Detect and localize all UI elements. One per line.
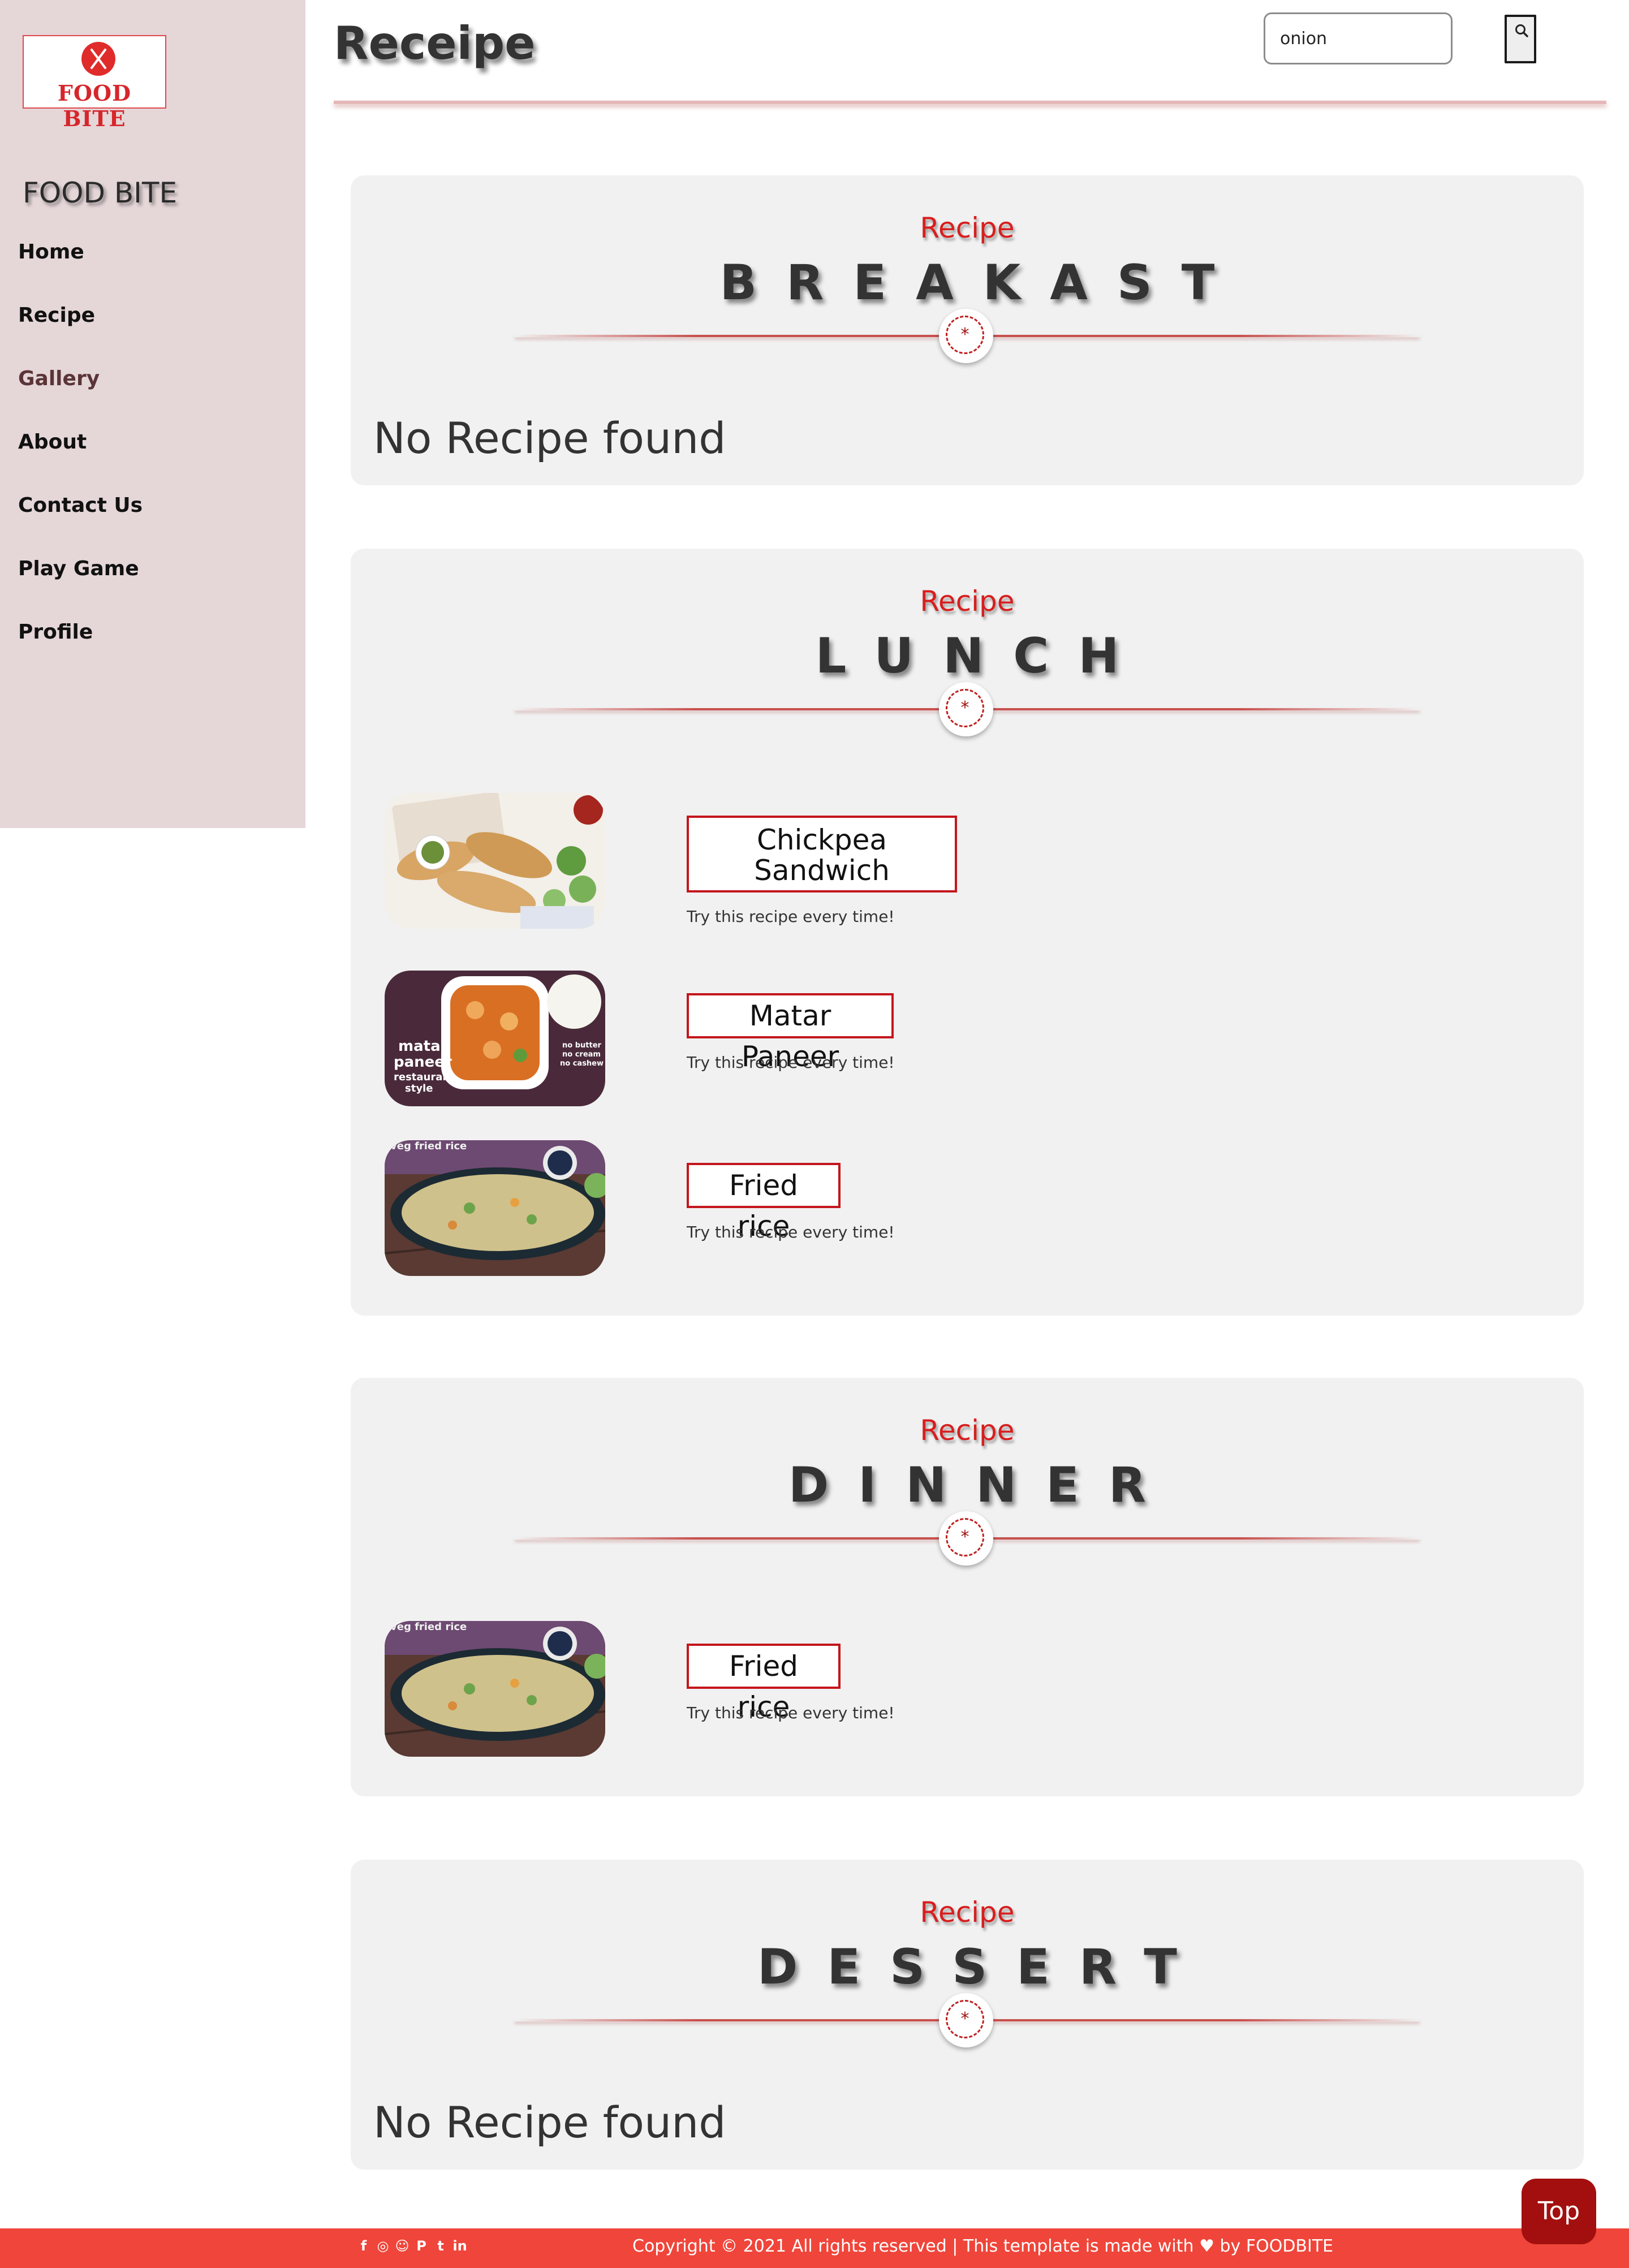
image-caption: no butter — [562, 1041, 602, 1050]
image-caption: style — [405, 1083, 433, 1094]
recipe-title-button[interactable]: Matar Paneer — [687, 993, 894, 1073]
sidebar-item-about[interactable]: About — [18, 428, 143, 491]
recipe-card: Chickpea Sandwich Try this recipe every … — [385, 793, 1516, 929]
section-kicker: Recipe — [920, 1896, 1015, 1929]
recipe-image-chickpea-sandwich[interactable] — [385, 793, 605, 929]
section-divider: * — [515, 305, 1420, 368]
twitter-icon[interactable]: t — [433, 2237, 448, 2254]
section-dinner: Recipe DINNER * veg fried rice Fried ric… — [351, 1378, 1584, 1796]
brand-name: FOOD BITE — [23, 176, 178, 209]
recipe-title-button[interactable]: Fried rice — [687, 1163, 841, 1243]
section-divider: * — [515, 1508, 1420, 1570]
image-caption: veg fried rice — [390, 1140, 467, 1152]
image-caption: restaurant — [394, 1071, 455, 1083]
section-divider: * — [515, 1990, 1420, 2052]
recipe-card: veg fried rice Fried rice Try this recip… — [385, 1621, 1516, 1757]
page-title: Receipe — [334, 17, 536, 70]
section-lunch: Recipe LUNCH * Chickpea Sandwich Try thi… — [351, 549, 1584, 1316]
pinterest-icon[interactable]: P — [414, 2237, 429, 2254]
star-badge-icon: * — [939, 682, 993, 736]
section-title: DESSERT — [757, 1939, 1206, 1995]
copyright: Copyright © 2021 All rights reserved | T… — [632, 2236, 1333, 2256]
sidebar-item-home[interactable]: Home — [18, 238, 143, 301]
section-breakfast: Recipe BREAKAST * No Recipe found — [351, 175, 1584, 485]
empty-message: No Recipe found — [373, 2097, 726, 2148]
star-badge-icon: * — [939, 1511, 993, 1566]
recipe-card: matar paneer restaurant style no butter … — [385, 971, 1516, 1106]
footer: f ◎ ☺ P t in Copyright © 2021 All rights… — [0, 2228, 1629, 2268]
search-input[interactable] — [1264, 12, 1453, 64]
section-title: LUNCH — [815, 628, 1149, 684]
sidebar-item-contact-us[interactable]: Contact Us — [18, 491, 143, 554]
section-kicker: Recipe — [920, 585, 1015, 618]
sidebar-item-recipe[interactable]: Recipe — [18, 301, 143, 364]
search-icon — [1515, 24, 1528, 37]
back-to-top-button[interactable]: Top — [1522, 2179, 1596, 2244]
recipe-subtitle: Try this recipe every time! — [687, 907, 895, 926]
recipe-image-fried-rice[interactable]: veg fried rice — [385, 1140, 605, 1276]
instagram-icon[interactable]: ◎ — [376, 2237, 390, 2254]
recipe-title-button[interactable]: Chickpea Sandwich — [687, 816, 957, 892]
logo-text: FOOD BITE — [57, 80, 132, 131]
recipe-card: veg fried rice Fried rice Try this recip… — [385, 1140, 1516, 1276]
section-title: DINNER — [788, 1457, 1176, 1514]
empty-message: No Recipe found — [373, 413, 726, 463]
image-caption: veg fried rice — [390, 1621, 467, 1633]
star-badge-icon: * — [939, 309, 993, 363]
recipe-subtitle: Try this recipe every time! — [687, 1704, 895, 1722]
recipe-subtitle: Try this recipe every time! — [687, 1223, 895, 1241]
sidebar: FOOD BITE FOOD BITE Home Recipe Gallery … — [0, 0, 305, 828]
image-caption: no cashew — [560, 1059, 604, 1068]
recipe-title-button[interactable]: Fried rice — [687, 1644, 841, 1723]
header-divider — [334, 101, 1606, 104]
logo[interactable]: FOOD BITE — [23, 35, 166, 131]
social-links: f ◎ ☺ P t in — [356, 2237, 467, 2254]
star-badge-icon: * — [939, 1993, 993, 2047]
section-title: BREAKAST — [719, 255, 1244, 311]
copyright-credit: by FOODBITE — [1219, 2236, 1334, 2256]
sidebar-item-gallery[interactable]: Gallery — [18, 364, 143, 428]
sidebar-nav: Home Recipe Gallery About Contact Us Pla… — [18, 238, 143, 681]
section-kicker: Recipe — [920, 212, 1015, 244]
recipe-image-matar-paneer[interactable]: matar paneer restaurant style no butter … — [385, 971, 605, 1106]
facebook-icon[interactable]: f — [356, 2237, 371, 2254]
sidebar-item-profile[interactable]: Profile — [18, 618, 143, 681]
image-caption: no cream — [562, 1050, 601, 1059]
section-divider: * — [515, 679, 1420, 741]
sidebar-item-play-game[interactable]: Play Game — [18, 554, 143, 618]
heart-icon: ♥ — [1199, 2236, 1214, 2256]
snapchat-icon[interactable]: ☺ — [395, 2237, 410, 2254]
search-button[interactable] — [1505, 15, 1536, 63]
recipe-subtitle: Try this recipe every time! — [687, 1053, 895, 1072]
fork-spoon-icon — [81, 42, 115, 76]
recipe-image-fried-rice[interactable]: veg fried rice — [385, 1621, 605, 1757]
linkedin-icon[interactable]: in — [453, 2237, 467, 2254]
section-kicker: Recipe — [920, 1414, 1015, 1447]
image-caption: matar — [398, 1038, 448, 1055]
image-caption: paneer — [394, 1054, 452, 1071]
section-dessert: Recipe DESSERT * No Recipe found — [351, 1860, 1584, 2170]
copyright-text: Copyright © 2021 All rights reserved | T… — [632, 2236, 1194, 2256]
